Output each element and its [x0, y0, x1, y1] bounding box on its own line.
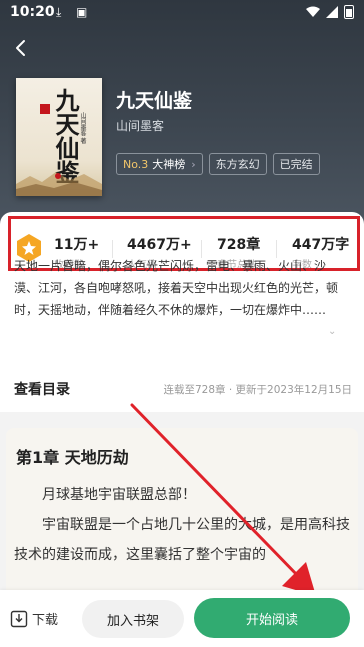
add-to-shelf-button[interactable]: 加入书架 — [82, 600, 184, 638]
rank-prefix: No.3 — [123, 157, 149, 171]
wifi-icon — [306, 6, 320, 17]
book-cover[interactable]: 九天仙鉴 山间墨客 著 — [16, 78, 102, 196]
genre-tag[interactable]: 东方玄幻 — [208, 153, 267, 175]
status-right-icons — [306, 5, 354, 19]
book-tags: No.3 大神榜 › 东方玄幻 已完结 — [116, 153, 320, 175]
app-status-icon: ▣ — [76, 5, 88, 19]
download-icon — [10, 610, 28, 627]
rank-name: 大神榜 — [152, 158, 186, 171]
download-button[interactable]: 下载 — [10, 609, 58, 628]
rank-tag[interactable]: No.3 大神榜 › — [116, 153, 203, 175]
download-status-icon: ⤓ — [56, 5, 62, 19]
chevron-right-icon: › — [191, 157, 196, 171]
description-fade — [14, 320, 346, 338]
signal-icon — [326, 6, 338, 18]
status-tag: 已完结 — [272, 153, 320, 175]
cover-subtitle: 山间墨客 著 — [79, 112, 86, 144]
book-author[interactable]: 山间墨客 — [116, 117, 164, 134]
preview-paragraph: 月球基地宇宙联盟总部！ — [42, 487, 196, 503]
book-title: 九天仙鉴 — [116, 90, 193, 112]
cover-mountain-art — [16, 172, 102, 196]
back-arrow-icon[interactable] — [10, 34, 34, 62]
chapter-title: 第1章 天地历劫 — [16, 448, 129, 467]
book-description[interactable]: 天地一片昏暗，偶尔各色光芒闪烁，雷电、暴雨、火山、沙漠、江河，各自咆哮怒吼，接着… — [14, 255, 346, 321]
status-bar: 10:20 ⤓ ▣ — [0, 0, 364, 26]
preview-paragraph: 宇宙联盟是一个占地几十公里的大城，是用高科技技术的建设而成，这里囊括了整个宇宙的 — [14, 517, 350, 563]
expand-chevron-icon[interactable]: ⌄ — [328, 326, 336, 337]
battery-icon — [344, 5, 354, 19]
download-label: 下载 — [32, 613, 59, 628]
toc-row[interactable]: 查看目录 连载至728章 · 更新于2023年12月15日 — [0, 362, 364, 412]
start-reading-button[interactable]: 开始阅读 — [194, 598, 350, 638]
toc-title: 查看目录 — [14, 382, 70, 398]
toc-update-info: 连载至728章 · 更新于2023年12月15日 — [163, 384, 353, 396]
cover-seal — [40, 104, 50, 114]
status-time: 10:20 — [10, 4, 55, 20]
